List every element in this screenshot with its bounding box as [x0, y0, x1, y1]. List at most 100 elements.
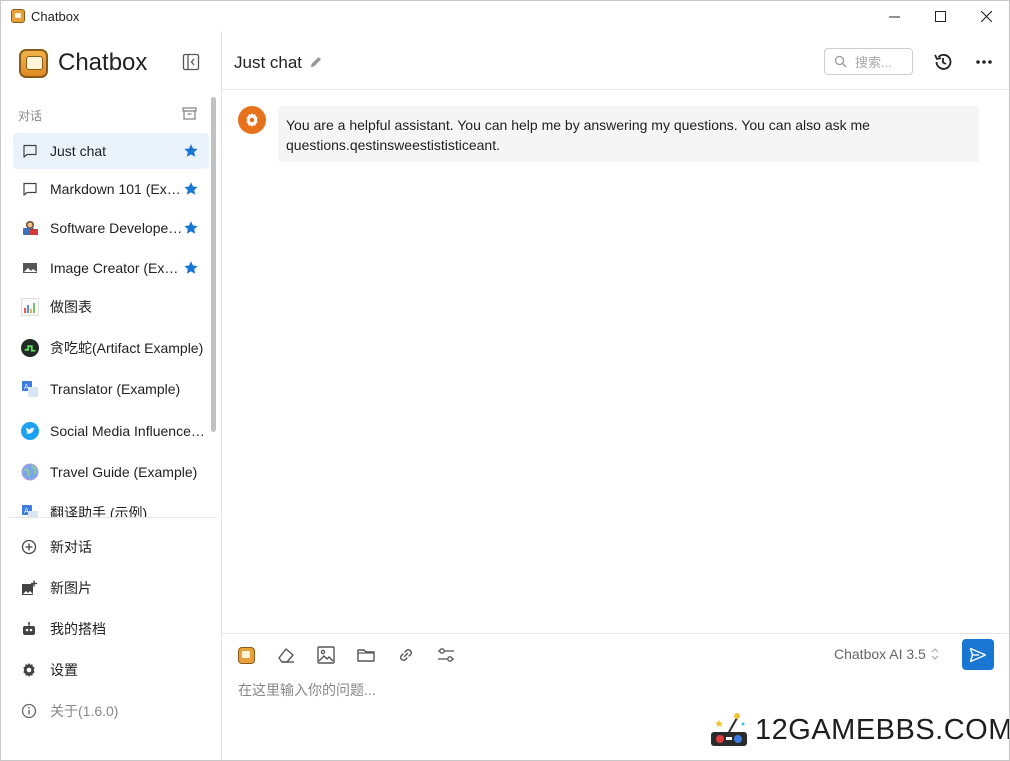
about-label: 关于(1.6.0) [50, 703, 119, 719]
brand-name: Chatbox [58, 49, 148, 76]
session-label: Travel Guide (Example) [50, 464, 198, 480]
developer-avatar-icon [21, 219, 39, 237]
chat-header: Just chat 搜索... [222, 31, 1009, 90]
session-item[interactable]: Just chat [13, 133, 209, 169]
session-item[interactable]: A 翻译助手 (示例) [13, 495, 209, 517]
title-bar: Chatbox [1, 1, 1009, 31]
star-icon[interactable] [183, 143, 199, 159]
archive-icon [182, 107, 197, 120]
chat-settings-button[interactable] [435, 644, 457, 666]
session-label: Just chat [50, 143, 107, 159]
session-item[interactable]: Travel Guide (Example) [13, 454, 209, 490]
session-item[interactable]: Social Media Influencer (Example) [13, 413, 209, 449]
minimize-icon [888, 16, 900, 17]
eraser-icon [278, 648, 294, 663]
clear-context-button[interactable] [275, 644, 297, 666]
chatbox-logo-icon [19, 48, 48, 78]
my-partners-label: 我的搭档 [50, 621, 106, 637]
session-label: Software Developer (Example) [50, 220, 183, 236]
new-chat-button[interactable]: 新对话 [21, 535, 92, 559]
edit-pencil-icon[interactable] [309, 55, 323, 69]
image-icon [317, 646, 335, 664]
link-icon [400, 649, 412, 661]
star-icon[interactable] [183, 260, 199, 276]
translator-avatar-icon: A [21, 504, 39, 517]
app-logo-icon [11, 9, 25, 23]
attach-file-button[interactable] [355, 644, 377, 666]
session-label: Image Creator (Example) [50, 260, 183, 276]
system-message-text: You are a helpful assistant. You can hel… [278, 106, 979, 162]
app-window: Chatbox Chatbox 对话 Just chat Markdown 10… [0, 0, 1010, 761]
model-selector[interactable]: Chatbox AI 3.5 [834, 646, 940, 662]
star-icon[interactable] [183, 220, 199, 236]
session-item[interactable]: A Translator (Example) [13, 371, 209, 407]
chat-bubble-icon [21, 142, 39, 160]
globe-avatar-icon [21, 463, 39, 481]
session-label: 做图表 [50, 299, 92, 315]
twitter-avatar-icon [21, 422, 39, 440]
watermark: 12GAMEBBS.COM [711, 706, 1010, 754]
session-label: 翻译助手 (示例) [50, 505, 148, 517]
new-image-label: 新图片 [50, 580, 92, 596]
session-settings-button[interactable] [235, 644, 257, 666]
about-button[interactable]: 关于(1.6.0) [21, 699, 118, 723]
new-image-button[interactable]: 新图片 [21, 576, 92, 600]
section-label-conversations: 对话 [18, 109, 43, 123]
my-partners-button[interactable]: 我的搭档 [21, 617, 106, 641]
session-label: Social Media Influencer (Example) [50, 423, 209, 439]
add-image-icon [21, 580, 37, 596]
folder-icon [357, 649, 375, 662]
new-chat-label: 新对话 [50, 539, 92, 555]
model-name: Chatbox AI 3.5 [834, 646, 926, 662]
session-item[interactable]: Markdown 101 (Example) [13, 171, 209, 207]
sidebar: Chatbox 对话 Just chat Markdown 101 (Exa S… [1, 31, 222, 760]
sidebar-collapse-icon [182, 53, 200, 71]
archive-button[interactable] [182, 106, 197, 121]
more-options-icon[interactable] [974, 51, 994, 73]
sliders-icon [438, 648, 454, 662]
brand: Chatbox [19, 47, 147, 79]
close-button[interactable] [963, 1, 1009, 31]
info-icon [21, 703, 37, 719]
session-list: Just chat Markdown 101 (Example) Softwar… [13, 131, 209, 517]
gear-icon [246, 113, 258, 127]
search-input[interactable]: 搜索... [824, 48, 913, 75]
session-list-scrollbar[interactable] [211, 97, 216, 432]
plus-circle-icon [21, 539, 37, 555]
session-label: Translator (Example) [50, 381, 181, 397]
session-item[interactable]: 贪吃蛇(Artifact Example) [13, 330, 209, 366]
system-avatar [238, 106, 266, 134]
session-item[interactable]: Image Creator (Example) [13, 250, 209, 286]
settings-button[interactable]: 设置 [21, 658, 78, 682]
chat-panel: Just chat 搜索... You are a helpful assist… [222, 31, 1009, 760]
chat-title: Just chat [234, 53, 303, 72]
image-icon [21, 259, 39, 277]
send-button[interactable] [962, 639, 994, 670]
gamepad-logo-icon [711, 713, 747, 746]
search-placeholder: 搜索... [855, 55, 892, 70]
attach-image-button[interactable] [315, 644, 337, 666]
session-item[interactable]: Software Developer (Example) [13, 210, 209, 246]
chatbox-logo-icon [237, 646, 255, 664]
translator-avatar-icon: A [21, 380, 39, 398]
maximize-button[interactable] [917, 1, 963, 31]
sidebar-footer: 新对话 新图片 我的搭档 设置 关于(1.6.0) [9, 517, 217, 719]
window-title: Chatbox [31, 9, 80, 24]
message-input[interactable]: 在这里输入你的问题... [238, 680, 376, 700]
chart-avatar-icon [21, 298, 39, 316]
history-icon[interactable] [932, 51, 954, 73]
chevron-updown-icon [931, 648, 939, 660]
collapse-sidebar-button[interactable] [182, 53, 200, 71]
session-item[interactable]: 做图表 [13, 289, 209, 325]
star-icon[interactable] [183, 181, 199, 197]
svg-text:A: A [24, 507, 29, 515]
attach-link-button[interactable] [395, 644, 417, 666]
send-icon [969, 647, 987, 662]
close-icon [980, 10, 992, 22]
settings-label: 设置 [50, 662, 78, 678]
minimize-button[interactable] [871, 1, 917, 31]
snake-game-avatar-icon [21, 339, 39, 357]
gear-icon [21, 662, 37, 678]
watermark-text: 12GAMEBBS.COM [755, 713, 1010, 746]
session-label: 贪吃蛇(Artifact Example) [50, 340, 204, 356]
